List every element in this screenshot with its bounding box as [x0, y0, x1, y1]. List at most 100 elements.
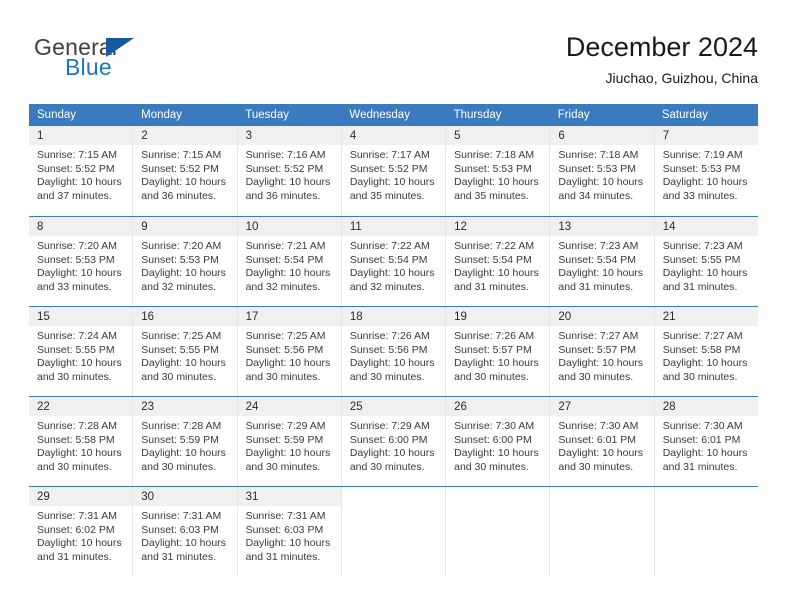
daylight-text-line2: and 30 minutes.: [245, 460, 321, 473]
calendar-day-cell[interactable]: 23 Sunrise: 7:28 AM Sunset: 5:59 PM Dayligh…: [132, 397, 237, 486]
calendar-day-cell[interactable]: 21 Sunrise: 7:27 AM Sunset: 5:58 PM Dayligh…: [653, 307, 758, 396]
sunset-text: Sunset: 5:54 PM: [245, 253, 324, 266]
day-number-band: 9: [133, 217, 237, 236]
sunrise-text: Sunrise: 7:29 AM: [349, 420, 430, 432]
calendar-day-cell[interactable]: 6 Sunrise: 7:18 AM Sunset: 5:53 PM Daylight…: [549, 126, 654, 216]
calendar-day-cell[interactable]: 9 Sunrise: 7:20 AM Sunset: 5:53 PM Daylight…: [132, 217, 237, 306]
general-blue-logo[interactable]: General Blue: [34, 34, 224, 90]
calendar-day-cell[interactable]: 28 Sunrise: 7:30 AM Sunset: 6:01 PM Dayligh…: [653, 397, 758, 486]
daylight-text-line2: and 34 minutes.: [558, 189, 634, 202]
day-number: 13: [558, 221, 572, 233]
calendar-day-cell[interactable]: 10 Sunrise: 7:21 AM Sunset: 5:54 PM Dayligh…: [236, 217, 341, 306]
calendar-day-cell[interactable]: 22 Sunrise: 7:28 AM Sunset: 5:58 PM Dayligh…: [29, 397, 133, 486]
day-number-band: 12: [446, 217, 550, 236]
day-number-band: 21: [654, 307, 758, 326]
day-details: Sunrise: 7:20 AM Sunset: 5:53 PM Daylight:…: [133, 236, 236, 294]
day-number: 23: [141, 401, 155, 413]
sunrise-text: Sunrise: 7:26 AM: [454, 330, 535, 342]
day-details: Sunrise: 7:31 AM Sunset: 6:03 PM Daylight:…: [238, 506, 341, 564]
sunset-text: Sunset: 5:53 PM: [558, 162, 637, 175]
sunset-text: Sunset: 5:53 PM: [662, 162, 741, 175]
calendar-day-cell[interactable]: 14 Sunrise: 7:23 AM Sunset: 5:55 PM Dayligh…: [653, 217, 758, 306]
sunrise-text: Sunrise: 7:30 AM: [662, 420, 743, 432]
calendar-day-cell[interactable]: 31 Sunrise: 7:31 AM Sunset: 6:03 PM Dayligh…: [236, 487, 341, 576]
calendar-day-cell[interactable]: 3 Sunrise: 7:16 AM Sunset: 5:52 PM Daylight…: [236, 126, 341, 216]
day-number-band: 20: [550, 307, 654, 326]
day-number-band: [550, 487, 653, 506]
calendar-week-row: 1 Sunrise: 7:15 AM Sunset: 5:52 PM Daylight…: [29, 126, 758, 216]
sunset-text: Sunset: 5:59 PM: [141, 433, 219, 446]
weekday-header-row: Sunday Monday Tuesday Wednesday Thursday Frid…: [29, 104, 758, 126]
calendar-day-cell[interactable]: 4 Sunrise: 7:17 AM Sunset: 5:52 PM Daylight…: [340, 126, 446, 216]
daylight-text-line2: and 31 minutes.: [558, 280, 634, 293]
sunrise-text: Sunrise: 7:29 AM: [245, 420, 326, 432]
day-number: 7: [662, 130, 670, 142]
sunrise-text: Sunrise: 7:24 AM: [37, 330, 117, 342]
daylight-text-line2: and 30 minutes.: [558, 370, 634, 383]
day-number-band: 29: [29, 487, 133, 506]
daylight-text-line2: and 37 minutes.: [37, 189, 112, 202]
calendar-day-cell[interactable]: 15 Sunrise: 7:24 AM Sunset: 5:55 PM Dayligh…: [29, 307, 133, 396]
daylight-text-line1: Daylight: 10 hours: [37, 176, 122, 189]
daylight-text-line2: and 33 minutes.: [37, 280, 112, 293]
day-number-band: 30: [133, 487, 237, 506]
day-number-band: [655, 487, 758, 506]
daylight-text-line2: and 36 minutes.: [245, 189, 321, 202]
calendar-day-cell[interactable]: 17 Sunrise: 7:25 AM Sunset: 5:56 PM Dayligh…: [236, 307, 341, 396]
sunset-text: Sunset: 5:54 PM: [558, 253, 637, 266]
daylight-text-line2: and 30 minutes.: [558, 460, 634, 473]
daylight-text-line2: and 33 minutes.: [662, 189, 738, 202]
daylight-text-line1: Daylight: 10 hours: [141, 537, 226, 550]
calendar-day-cell[interactable]: 24 Sunrise: 7:29 AM Sunset: 5:59 PM Dayligh…: [236, 397, 341, 486]
day-details: Sunrise: 7:28 AM Sunset: 5:59 PM Daylight:…: [133, 416, 236, 474]
calendar-day-cell[interactable]: 16 Sunrise: 7:25 AM Sunset: 5:55 PM Dayligh…: [132, 307, 237, 396]
sunrise-text: Sunrise: 7:22 AM: [349, 240, 430, 252]
page-header: General Blue December 2024 Jiuchao, Guiz…: [29, 30, 758, 98]
day-number: 31: [245, 491, 259, 503]
daylight-text-line1: Daylight: 10 hours: [141, 357, 226, 370]
calendar-day-cell[interactable]: 19 Sunrise: 7:26 AM Sunset: 5:57 PM Dayligh…: [445, 307, 550, 396]
daylight-text-line1: Daylight: 10 hours: [662, 176, 748, 189]
day-number-band: 31: [237, 487, 341, 506]
day-number-band: 1: [29, 126, 133, 145]
sunrise-text: Sunrise: 7:25 AM: [141, 330, 222, 342]
day-details: Sunrise: 7:25 AM Sunset: 5:55 PM Daylight:…: [133, 326, 236, 384]
daylight-text-line1: Daylight: 10 hours: [349, 357, 435, 370]
calendar-week-row: 8 Sunrise: 7:20 AM Sunset: 5:53 PM Daylight…: [29, 216, 758, 306]
day-number: 3: [245, 130, 252, 142]
sunrise-text: Sunrise: 7:27 AM: [558, 330, 639, 342]
daylight-text-line2: and 31 minutes.: [245, 550, 321, 563]
calendar-day-cell[interactable]: 26 Sunrise: 7:30 AM Sunset: 6:00 PM Dayligh…: [445, 397, 550, 486]
calendar-day-cell[interactable]: 20 Sunrise: 7:27 AM Sunset: 5:57 PM Dayligh…: [549, 307, 654, 396]
day-number-band: 28: [654, 397, 758, 416]
calendar-day-cell[interactable]: 2 Sunrise: 7:15 AM Sunset: 5:52 PM Daylight…: [132, 126, 237, 216]
calendar-day-cell[interactable]: 29 Sunrise: 7:31 AM Sunset: 6:02 PM Dayligh…: [29, 487, 133, 576]
daylight-text-line1: Daylight: 10 hours: [141, 447, 226, 460]
calendar-day-cell[interactable]: 5 Sunrise: 7:18 AM Sunset: 5:53 PM Daylight…: [445, 126, 550, 216]
calendar-day-cell[interactable]: 25 Sunrise: 7:29 AM Sunset: 6:00 PM Dayligh…: [340, 397, 446, 486]
calendar-day-cell[interactable]: 1 Sunrise: 7:15 AM Sunset: 5:52 PM Daylight…: [29, 126, 133, 216]
weekday-header-friday: Friday: [557, 109, 590, 121]
calendar-day-cell[interactable]: 12 Sunrise: 7:22 AM Sunset: 5:54 PM Dayligh…: [445, 217, 550, 306]
day-details: Sunrise: 7:27 AM Sunset: 5:58 PM Daylight:…: [655, 326, 758, 384]
calendar-day-cell[interactable]: 13 Sunrise: 7:23 AM Sunset: 5:54 PM Dayligh…: [549, 217, 654, 306]
day-details: Sunrise: 7:20 AM Sunset: 5:53 PM Daylight:…: [29, 236, 132, 294]
calendar-day-cell[interactable]: 11 Sunrise: 7:22 AM Sunset: 5:54 PM Dayligh…: [340, 217, 446, 306]
sunrise-text: Sunrise: 7:31 AM: [245, 510, 326, 522]
daylight-text-line1: Daylight: 10 hours: [141, 176, 226, 189]
calendar-day-cell[interactable]: 30 Sunrise: 7:31 AM Sunset: 6:03 PM Dayligh…: [132, 487, 237, 576]
day-number-band: 10: [237, 217, 341, 236]
calendar-day-cell[interactable]: 27 Sunrise: 7:30 AM Sunset: 6:01 PM Dayligh…: [549, 397, 654, 486]
day-number-band: 15: [29, 307, 133, 326]
calendar-day-cell[interactable]: 8 Sunrise: 7:20 AM Sunset: 5:53 PM Daylight…: [29, 217, 133, 306]
day-details: Sunrise: 7:26 AM Sunset: 5:57 PM Daylight:…: [446, 326, 549, 384]
sunset-text: Sunset: 5:59 PM: [245, 433, 324, 446]
day-number: 30: [141, 491, 155, 503]
sunset-text: Sunset: 5:54 PM: [454, 253, 532, 266]
daylight-text-line2: and 31 minutes.: [37, 550, 112, 563]
daylight-text-line1: Daylight: 10 hours: [37, 447, 122, 460]
sunrise-text: Sunrise: 7:15 AM: [37, 149, 117, 161]
sunset-text: Sunset: 5:56 PM: [349, 343, 428, 356]
calendar-day-cell[interactable]: 7 Sunrise: 7:19 AM Sunset: 5:53 PM Daylight…: [653, 126, 758, 216]
calendar-day-cell[interactable]: 18 Sunrise: 7:26 AM Sunset: 5:56 PM Dayligh…: [340, 307, 446, 396]
